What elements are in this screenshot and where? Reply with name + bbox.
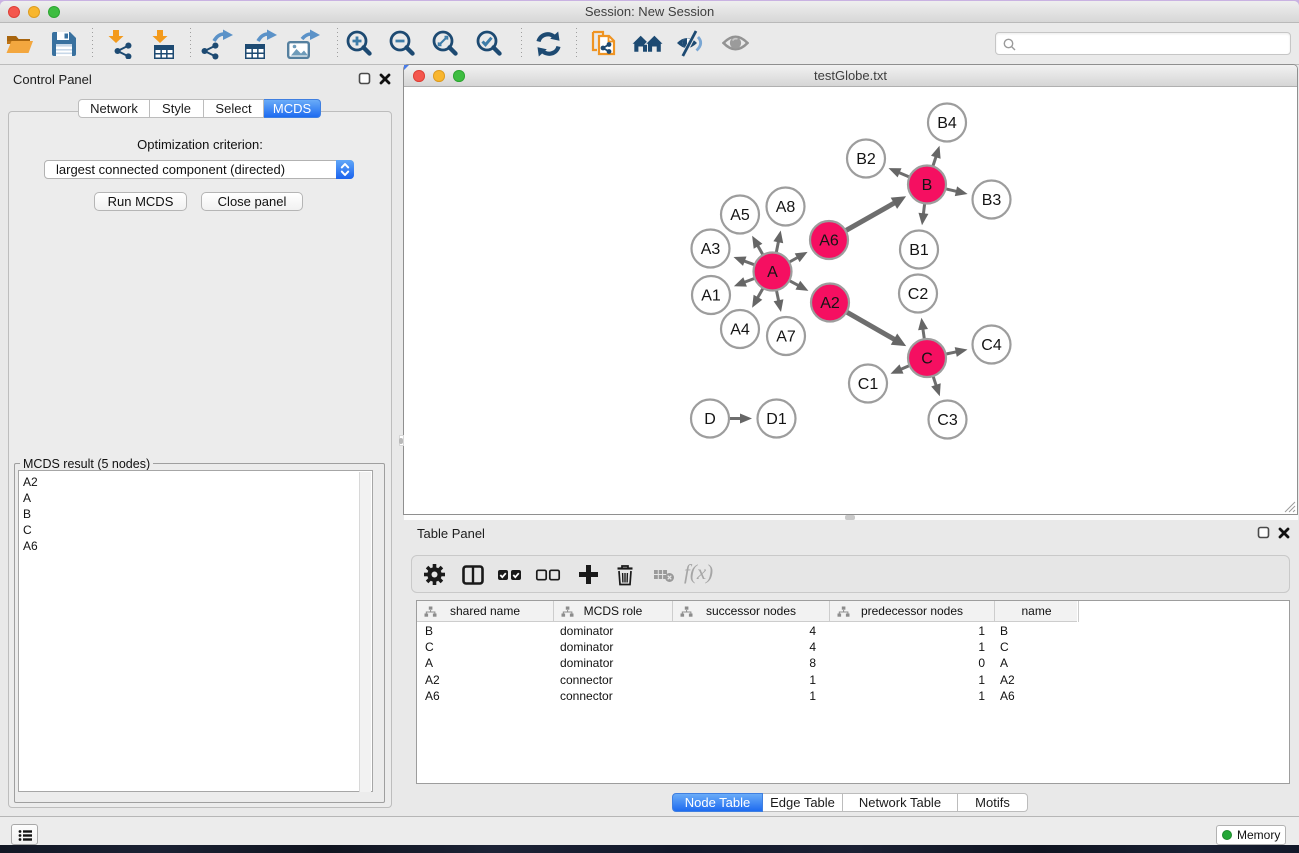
- svg-text:A6: A6: [819, 233, 839, 250]
- svg-text:B: B: [922, 177, 933, 194]
- svg-text:A5: A5: [730, 207, 750, 224]
- svg-text:A7: A7: [776, 329, 796, 346]
- svg-text:A1: A1: [701, 288, 721, 305]
- svg-text:D1: D1: [766, 411, 787, 428]
- svg-text:A: A: [767, 264, 778, 281]
- svg-text:C: C: [921, 351, 933, 368]
- svg-text:D: D: [704, 411, 716, 428]
- svg-text:B2: B2: [856, 151, 876, 168]
- svg-text:B3: B3: [982, 192, 1002, 209]
- svg-text:A2: A2: [820, 295, 840, 312]
- svg-text:A8: A8: [776, 199, 796, 216]
- svg-text:C2: C2: [908, 286, 929, 303]
- svg-text:f(x): f(x): [684, 564, 713, 584]
- svg-text:C3: C3: [937, 412, 958, 429]
- svg-text:C4: C4: [981, 337, 1002, 354]
- svg-text:B4: B4: [937, 115, 957, 132]
- svg-text:B1: B1: [909, 242, 929, 259]
- svg-text:C1: C1: [858, 376, 879, 393]
- svg-text:A4: A4: [730, 322, 750, 339]
- svg-text:A3: A3: [701, 241, 721, 258]
